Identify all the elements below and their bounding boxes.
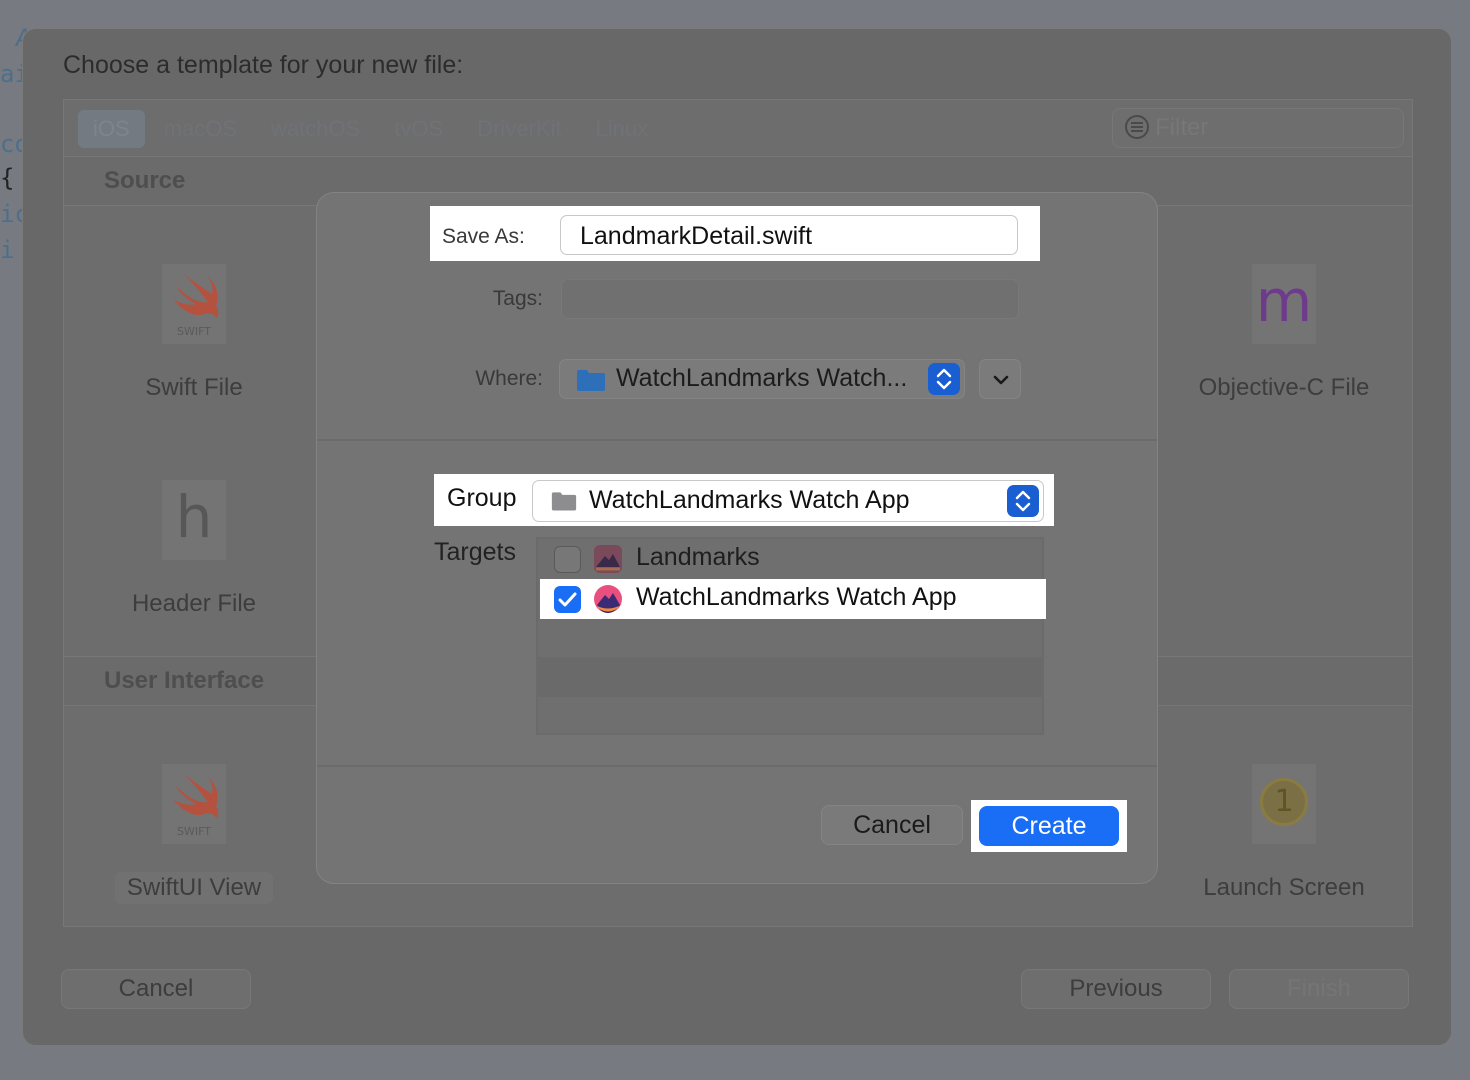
template-label: Header File bbox=[131, 590, 257, 617]
header-h-icon: h bbox=[162, 480, 226, 560]
template-header-file[interactable]: h Header File bbox=[64, 480, 324, 618]
tags-field[interactable] bbox=[561, 279, 1019, 319]
group-row: Group WatchLandmarks Watch App bbox=[434, 474, 1054, 526]
objc-m-icon: m bbox=[1252, 264, 1316, 344]
launch-screen-icon: 1 bbox=[1252, 764, 1316, 844]
group-label: Group bbox=[447, 484, 517, 512]
checkmark-icon bbox=[558, 592, 577, 607]
template-label: Objective-C File bbox=[1198, 374, 1370, 401]
filter-icon bbox=[1125, 115, 1149, 139]
template-label: SwiftUI View bbox=[114, 872, 274, 904]
target-row-empty bbox=[538, 619, 1042, 659]
target-row-landmarks[interactable]: Landmarks bbox=[538, 539, 1042, 579]
where-value: WatchLandmarks Watch... bbox=[616, 364, 908, 392]
objc-glyph: m bbox=[1255, 267, 1313, 335]
swift-badge: SWIFT bbox=[177, 325, 211, 338]
where-popup[interactable]: WatchLandmarks Watch... bbox=[559, 359, 965, 399]
tab-ios[interactable]: iOS bbox=[78, 110, 145, 148]
target-checkbox[interactable] bbox=[554, 546, 581, 573]
template-label: Swift File bbox=[145, 374, 243, 401]
folder-icon bbox=[577, 370, 605, 391]
target-name: WatchLandmarks Watch App bbox=[636, 583, 957, 611]
tab-linux[interactable]: Linux bbox=[581, 110, 664, 148]
app-icon-watch bbox=[594, 585, 622, 613]
tab-watchos[interactable]: watchOS bbox=[256, 110, 375, 148]
group-value: WatchLandmarks Watch App bbox=[589, 486, 910, 514]
target-row-empty bbox=[538, 657, 1042, 697]
tab-driverkit[interactable]: DriverKit bbox=[462, 110, 576, 148]
create-button[interactable]: Create bbox=[979, 806, 1119, 846]
section-label: Source bbox=[104, 167, 186, 194]
tags-label: Tags: bbox=[492, 287, 543, 310]
sheet-title: Choose a template for your new file: bbox=[63, 51, 464, 79]
launch-glyph: 1 bbox=[1260, 778, 1308, 826]
template-swift-file[interactable]: SWIFT Swift File bbox=[64, 264, 324, 402]
cancel-button[interactable]: Cancel bbox=[821, 805, 963, 845]
target-name: Landmarks bbox=[636, 543, 760, 571]
header-glyph: h bbox=[175, 483, 213, 551]
filter-placeholder: Filter bbox=[1155, 114, 1209, 141]
app-icon-landmarks bbox=[594, 545, 622, 573]
template-swiftui-view[interactable]: SWIFT SwiftUI View bbox=[64, 764, 324, 904]
swift-logo-icon: SWIFT bbox=[162, 264, 226, 344]
template-launch-screen[interactable]: 1 Launch Screen bbox=[1154, 764, 1414, 902]
swift-badge: SWIFT bbox=[177, 825, 211, 838]
where-label: Where: bbox=[475, 367, 543, 390]
save-as-label: Save As: bbox=[442, 225, 525, 248]
tab-macos[interactable]: macOS bbox=[149, 110, 252, 148]
filter-field[interactable]: Filter bbox=[1112, 108, 1404, 148]
save-dialog: Save As: LandmarkDetail.swift Tags: Wher… bbox=[316, 192, 1158, 884]
where-expand-button[interactable] bbox=[979, 359, 1021, 399]
create-button-highlight: Create bbox=[971, 800, 1127, 852]
template-label: Launch Screen bbox=[1203, 874, 1365, 901]
popup-stepper-icon bbox=[928, 363, 960, 395]
section-label: User Interface bbox=[104, 667, 265, 694]
chooser-cancel-button[interactable]: Cancel bbox=[61, 969, 251, 1009]
finish-button[interactable]: Finish bbox=[1229, 969, 1409, 1009]
target-row-empty bbox=[538, 697, 1042, 737]
divider bbox=[317, 439, 1157, 441]
popup-stepper-icon bbox=[1007, 485, 1039, 517]
target-row-watch-app[interactable]: WatchLandmarks Watch App bbox=[540, 579, 1046, 619]
save-as-field[interactable]: LandmarkDetail.swift bbox=[560, 215, 1018, 255]
chevron-down-icon bbox=[993, 375, 1009, 385]
targets-list: Landmarks WatchLandmarks Watch App bbox=[536, 537, 1046, 737]
folder-icon bbox=[551, 492, 577, 511]
divider bbox=[317, 765, 1157, 767]
save-as-row: Save As: LandmarkDetail.swift bbox=[430, 206, 1040, 261]
target-checkbox[interactable] bbox=[554, 586, 581, 613]
targets-label: Targets bbox=[434, 538, 516, 566]
code-line: i bbox=[0, 236, 15, 264]
group-popup[interactable]: WatchLandmarks Watch App bbox=[532, 480, 1044, 522]
swift-logo-icon: SWIFT bbox=[162, 764, 226, 844]
template-objc-file[interactable]: m Objective-C File bbox=[1154, 264, 1414, 402]
tab-tvos[interactable]: tvOS bbox=[379, 110, 458, 148]
platform-tabs: iOS macOS watchOS tvOS DriverKit Linux bbox=[78, 110, 663, 148]
previous-button[interactable]: Previous bbox=[1021, 969, 1211, 1009]
code-line: { bbox=[0, 164, 15, 192]
